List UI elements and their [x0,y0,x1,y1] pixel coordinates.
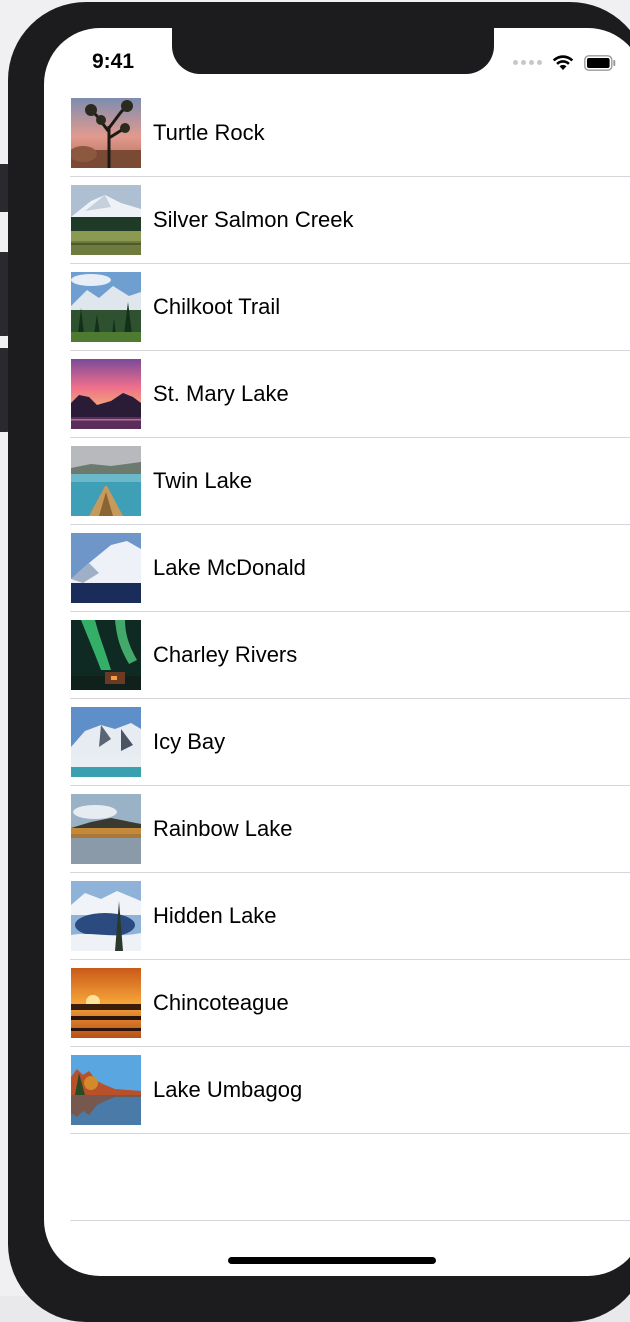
home-indicator[interactable] [228,1257,436,1264]
battery-icon [584,54,616,71]
turtle-rock-thumbnail [71,98,141,168]
icy-bay-thumbnail [71,707,141,777]
list-item[interactable]: St. Mary Lake [70,351,630,438]
list-item[interactable]: Rainbow Lake [70,786,630,873]
landmark-name: Hidden Lake [153,903,277,928]
landmark-list[interactable]: Turtle Rock Silver Salmon Creek Chilkoot… [44,90,630,1221]
list-item[interactable]: Lake Umbagog [70,1047,630,1134]
rainbow-lake-thumbnail [71,794,141,864]
landmark-name: Chincoteague [153,990,289,1015]
wifi-icon [552,54,574,71]
list-item[interactable]: Chilkoot Trail [70,264,630,351]
landmark-name: St. Mary Lake [153,381,289,406]
list-item[interactable]: Silver Salmon Creek [70,177,630,264]
list-item[interactable]: Lake McDonald [70,525,630,612]
charley-rivers-thumbnail [71,620,141,690]
list-item[interactable]: Turtle Rock [70,90,630,177]
landmark-name: Lake Umbagog [153,1077,303,1102]
landmark-name: Turtle Rock [153,120,265,145]
device-frame: 9:41 Turtle Rock Silver Salmon Creek Chi… [8,2,630,1322]
silver-salmon-creek-thumbnail [71,185,141,255]
chilkoot-trail-thumbnail [71,272,141,342]
screen: 9:41 Turtle Rock Silver Salmon Creek Chi… [44,28,630,1276]
list-item[interactable]: Chincoteague [70,960,630,1047]
landmark-name: Rainbow Lake [153,816,293,841]
landmark-name: Charley Rivers [153,642,298,667]
status-icons [513,54,616,71]
landmark-name: Twin Lake [153,468,253,493]
twin-lake-thumbnail [71,446,141,516]
hidden-lake-thumbnail [71,881,141,951]
lake-mcdonald-thumbnail [71,533,141,603]
landmark-name: Chilkoot Trail [153,294,281,319]
lake-umbagog-thumbnail [71,1055,141,1125]
landmark-name: Silver Salmon Creek [153,207,354,232]
landmark-name: Icy Bay [153,729,226,754]
list-item[interactable]: Icy Bay [70,699,630,786]
signal-icon [513,60,542,65]
landmark-name: Lake McDonald [153,555,306,580]
chincoteague-thumbnail [71,968,141,1038]
notch [172,28,494,74]
list-item[interactable]: Twin Lake [70,438,630,525]
empty-row [70,1134,630,1221]
list-item[interactable]: Charley Rivers [70,612,630,699]
status-time: 9:41 [92,50,135,73]
st-mary-lake-thumbnail [71,359,141,429]
list-item[interactable]: Hidden Lake [70,873,630,960]
